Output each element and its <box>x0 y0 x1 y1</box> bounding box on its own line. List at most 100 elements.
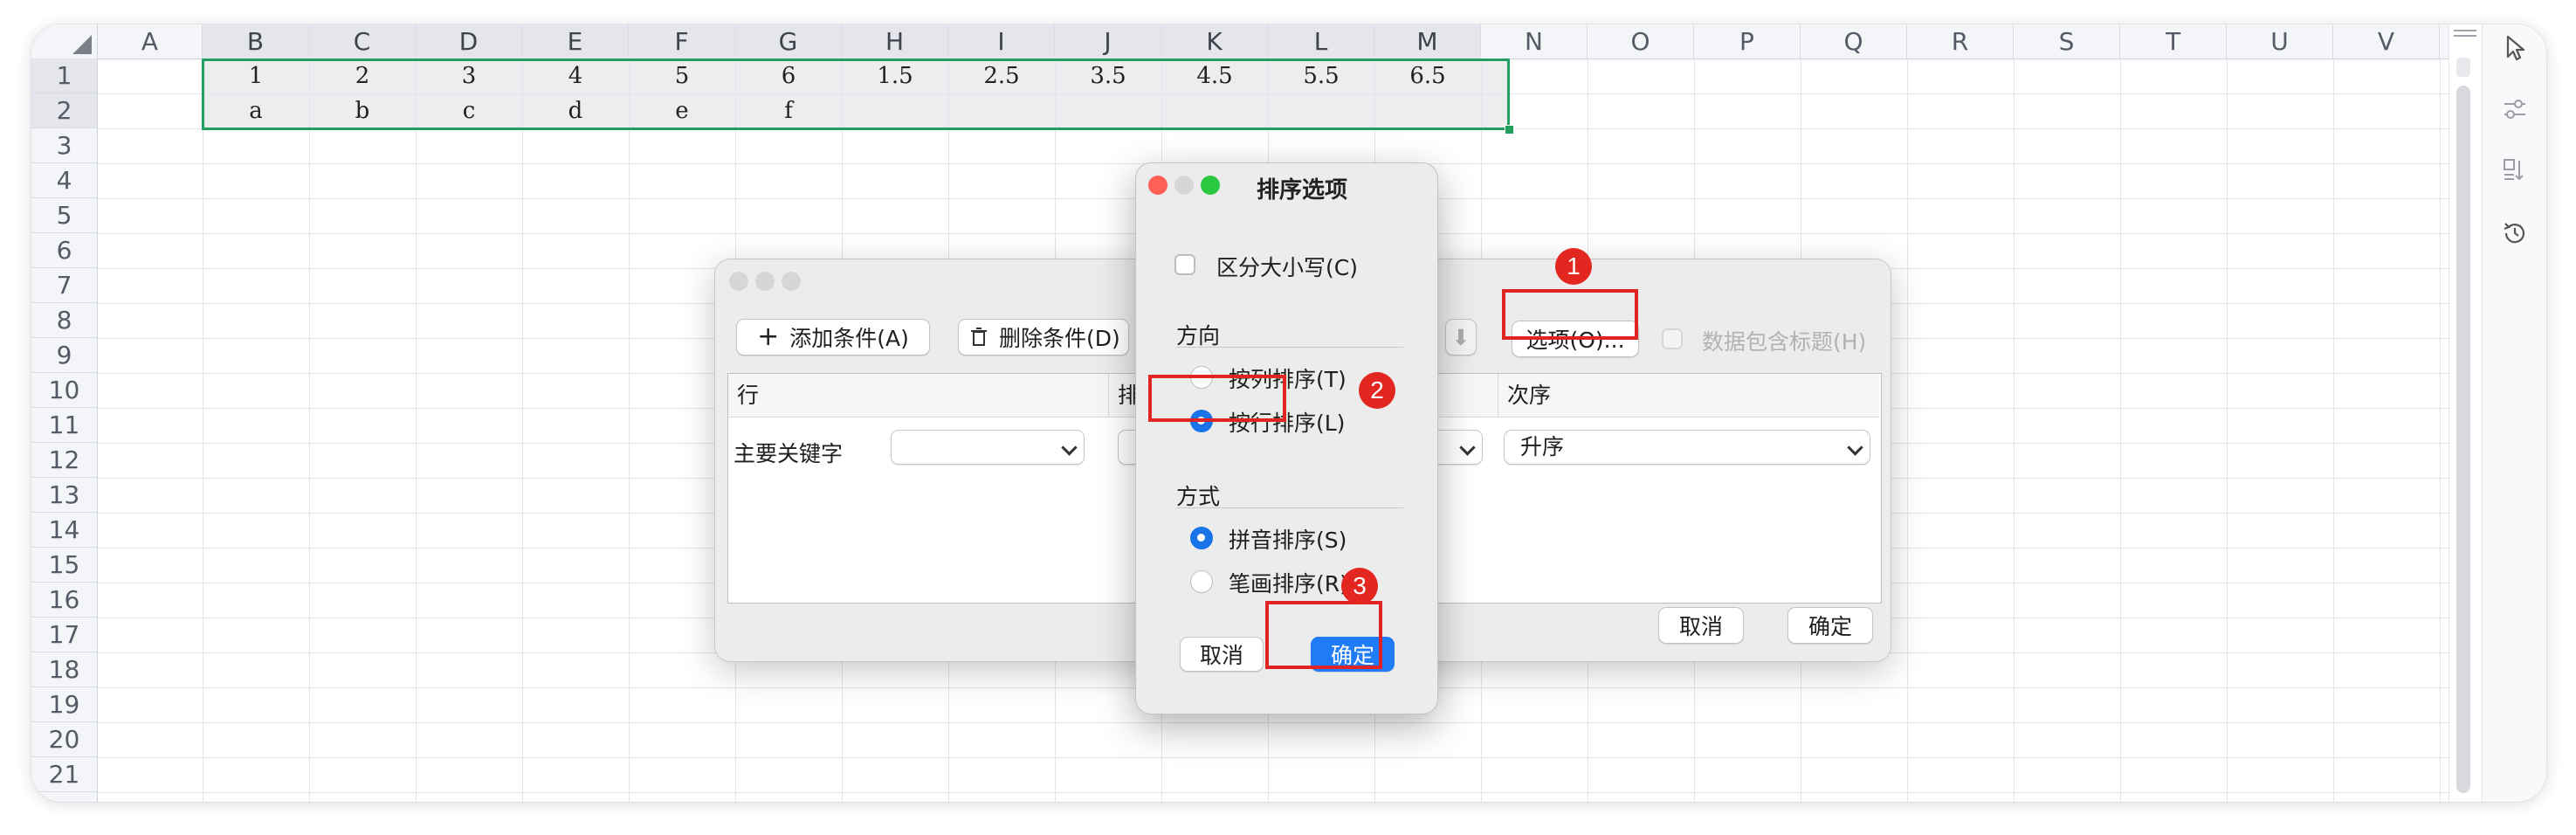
scroll-thumb[interactable] <box>2456 86 2470 793</box>
row-header-18[interactable]: 18 <box>31 652 97 687</box>
column-header-j[interactable]: J <box>1055 24 1161 59</box>
row-header-21[interactable]: 21 <box>31 757 97 792</box>
column-header-u[interactable]: U <box>2227 24 2333 59</box>
right-toolbar <box>2482 24 2546 802</box>
cursor-icon[interactable] <box>2500 33 2530 63</box>
chevron-down-icon <box>1459 439 1476 456</box>
options-cancel-button[interactable]: 取消 <box>1180 637 1264 672</box>
row-header-1[interactable]: 1 <box>31 59 97 93</box>
dialog-title: 排序选项 <box>1257 177 1348 204</box>
method-divider <box>1176 507 1403 508</box>
row-header-3[interactable]: 3 <box>31 128 97 163</box>
row-header-12[interactable]: 12 <box>31 443 97 478</box>
annotation-badge-1: 1 <box>1555 248 1592 285</box>
row-header-10[interactable]: 10 <box>31 373 97 408</box>
row-header-9[interactable]: 9 <box>31 338 97 373</box>
column-header-s[interactable]: S <box>2014 24 2120 59</box>
sliders-icon[interactable] <box>2500 94 2530 124</box>
grid-hline <box>98 722 2449 723</box>
row-header-15[interactable]: 15 <box>31 548 97 583</box>
column-header-q[interactable]: Q <box>1801 24 1907 59</box>
row-header-5[interactable]: 5 <box>31 198 97 233</box>
maximize-button[interactable] <box>782 272 801 291</box>
case-sensitive-label: 区分大小写(C) <box>1216 255 1358 280</box>
row-header-8[interactable]: 8 <box>31 303 97 338</box>
minimize-button[interactable] <box>755 272 775 291</box>
row-header-6[interactable]: 6 <box>31 233 97 268</box>
column-header-v[interactable]: V <box>2333 24 2440 59</box>
maximize-button[interactable] <box>1201 176 1220 195</box>
sort-icon[interactable] <box>2500 155 2530 185</box>
row-header-19[interactable]: 19 <box>31 687 97 722</box>
column-header-i[interactable]: I <box>948 24 1055 59</box>
close-button[interactable] <box>729 272 748 291</box>
row-header-14[interactable]: 14 <box>31 513 97 548</box>
primary-key-select[interactable] <box>891 430 1085 465</box>
delete-condition-button[interactable]: 删除条件(D) <box>958 319 1129 355</box>
column-header-a[interactable]: A <box>98 24 203 59</box>
column-header-row: 行 <box>728 374 1109 418</box>
grid-vline <box>522 59 523 802</box>
column-header-t[interactable]: T <box>2120 24 2227 59</box>
grid-hline <box>98 792 2449 793</box>
stroke-sort-label: 笔画排序(R) <box>1229 571 1348 597</box>
case-sensitive-checkbox[interactable] <box>1174 254 1195 275</box>
column-header-c[interactable]: C <box>309 24 416 59</box>
column-header-h[interactable]: H <box>842 24 948 59</box>
row-header-4[interactable]: 4 <box>31 163 97 198</box>
minimize-button[interactable] <box>1174 176 1194 195</box>
move-down-icon: ⬇ <box>1451 324 1471 350</box>
column-header-m[interactable]: M <box>1374 24 1481 59</box>
column-header-r[interactable]: R <box>1907 24 2014 59</box>
column-header-l[interactable]: L <box>1268 24 1374 59</box>
row-header-2[interactable]: 2 <box>31 93 97 128</box>
app-window: ABCDEFGHIJKLMNOPQRSTUV 1 2 3 4 5 6 7 8 9 10 11 12 13… <box>31 24 2546 802</box>
stroke-sort-radio[interactable] <box>1190 570 1213 593</box>
column-header-g[interactable]: G <box>735 24 842 59</box>
annotation-badge-2: 2 <box>1359 372 1395 409</box>
history-icon[interactable] <box>2500 218 2530 248</box>
delete-condition-label: 删除条件(D) <box>999 326 1120 351</box>
row-header-11[interactable]: 11 <box>31 408 97 443</box>
grid-vline <box>2333 59 2334 802</box>
trash-icon <box>971 328 987 346</box>
pinyin-sort-radio[interactable] <box>1190 527 1213 549</box>
annotation-box-by-row <box>1148 375 1286 422</box>
row-header-text: 行 <box>737 383 760 408</box>
order-select[interactable]: 升序 <box>1504 430 1870 465</box>
order-header-text: 次序 <box>1507 383 1552 408</box>
column-header-n[interactable]: N <box>1481 24 1588 59</box>
column-header-e[interactable]: E <box>522 24 629 59</box>
row-header-16[interactable]: 16 <box>31 583 97 618</box>
grid-vline <box>2014 59 2015 802</box>
scroll-arrow[interactable] <box>2456 58 2470 77</box>
row-header-20[interactable]: 20 <box>31 722 97 757</box>
column-header-d[interactable]: D <box>416 24 522 59</box>
move-down-button[interactable]: ⬇ <box>1445 319 1477 355</box>
select-all-corner[interactable] <box>31 24 98 59</box>
column-header-b[interactable]: B <box>203 24 309 59</box>
grid-vline <box>2227 59 2228 802</box>
row-header-13[interactable]: 13 <box>31 478 97 513</box>
row-header-17[interactable]: 17 <box>31 618 97 652</box>
add-condition-button[interactable]: + 添加条件(A) <box>736 319 930 355</box>
sort-ok-button[interactable]: 确定 <box>1787 607 1873 644</box>
direction-section-label: 方向 <box>1176 323 1221 348</box>
selection-border <box>202 59 1510 130</box>
select-all-icon <box>72 35 92 54</box>
sort-cancel-button[interactable]: 取消 <box>1658 607 1744 644</box>
close-button[interactable] <box>1148 176 1167 195</box>
column-header-o[interactable]: O <box>1588 24 1694 59</box>
column-header-p[interactable]: P <box>1694 24 1801 59</box>
grid-vline <box>2440 59 2441 802</box>
column-header-f[interactable]: F <box>629 24 735 59</box>
has-header-label: 数据包含标题(H) <box>1702 329 1867 355</box>
row-header-7[interactable]: 7 <box>31 268 97 303</box>
column-header-k[interactable]: K <box>1161 24 1268 59</box>
fill-handle[interactable] <box>1505 125 1514 135</box>
vertical-scrollbar[interactable] <box>2449 24 2483 802</box>
split-handle-icon[interactable] <box>2454 30 2476 42</box>
grid-vline <box>416 59 417 802</box>
column-header-order: 次序 <box>1498 374 1879 418</box>
has-header-checkbox[interactable] <box>1662 328 1683 349</box>
